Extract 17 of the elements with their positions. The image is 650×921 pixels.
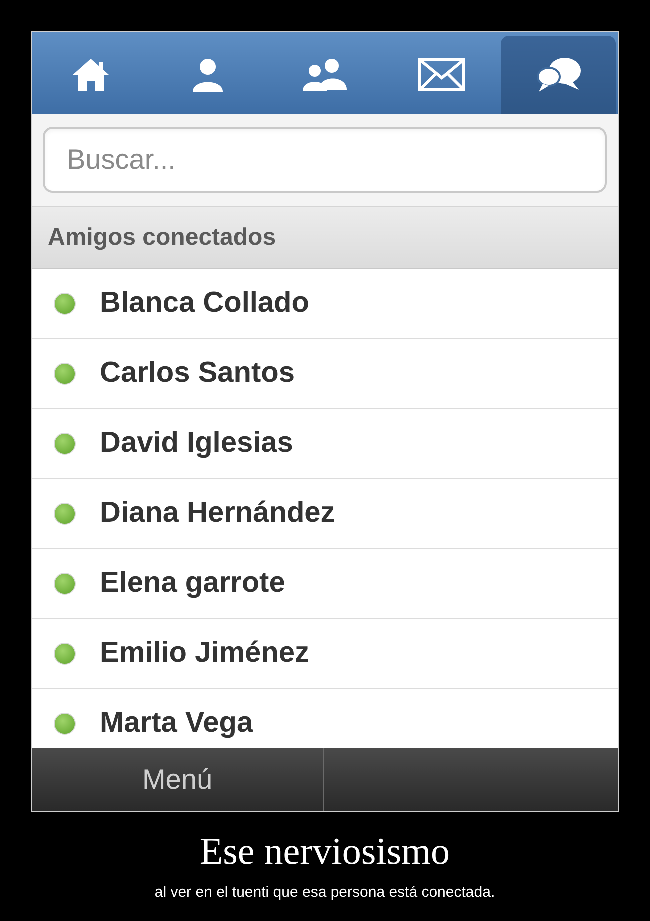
friend-name: Emilio Jiménez (100, 636, 310, 671)
friend-name: Elena garrote (100, 566, 286, 601)
friend-name: Diana Hernández (100, 496, 336, 531)
tab[interactable] (501, 36, 616, 114)
friend-name: Marta Vega (100, 706, 254, 741)
mail-icon (418, 58, 466, 92)
home-icon (71, 57, 112, 93)
friend-name: David Iglesias (100, 426, 294, 461)
section-title: Amigos conectados (48, 222, 276, 252)
menu-button[interactable]: Menú (32, 748, 324, 811)
people-icon (300, 57, 349, 93)
search-field[interactable]: Buscar... (43, 127, 607, 193)
caption-title: Ese nerviosismo (200, 830, 450, 875)
chat-icon (534, 56, 583, 94)
friend-name: Blanca Collado (100, 286, 310, 321)
caption-subtitle: al ver en el tuenti que esa persona está conectada. (154, 883, 496, 903)
friend-name: Carlos Santos (100, 356, 295, 391)
